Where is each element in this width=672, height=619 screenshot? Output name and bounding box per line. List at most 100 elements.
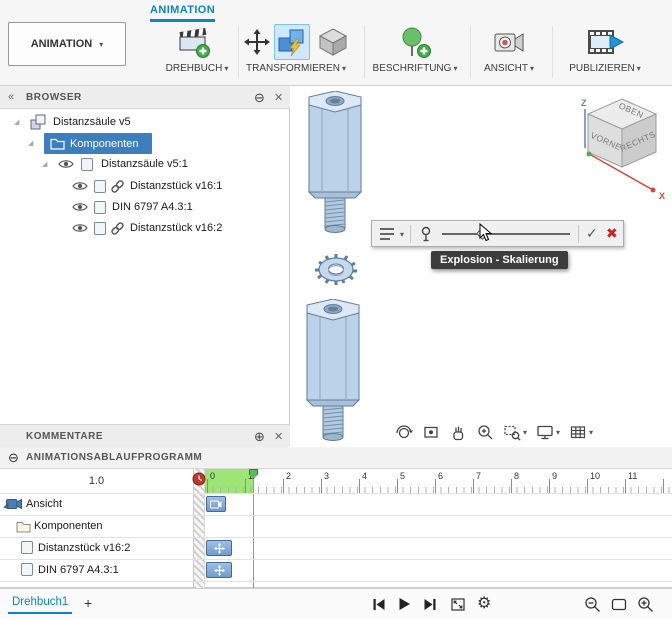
skip-to-end-icon[interactable]	[423, 598, 437, 611]
settings-gear-icon[interactable]: ⚙	[477, 593, 491, 613]
tree-row-root[interactable]: ◢ Distanzsäule v5	[0, 112, 290, 133]
tree-row-component[interactable]: Distanzstück v16:2	[0, 218, 290, 239]
explode-scale-slider-track[interactable]	[442, 233, 570, 235]
timeline-row-label[interactable]: Komponenten	[34, 520, 103, 532]
zoom-fit-icon[interactable]	[611, 598, 627, 611]
standoff-model-top[interactable]	[303, 91, 367, 237]
beschriftung-menu[interactable]: BESCHRIFTUNG▾	[362, 63, 468, 74]
chevron-down-icon: ▾	[342, 64, 346, 73]
storyboard-tab[interactable]: Drehbuch1	[8, 594, 72, 614]
chevron-down-icon: ▾	[637, 64, 641, 73]
look-at-icon[interactable]	[422, 423, 440, 441]
tree-item-label[interactable]: Distanzsäule v5	[53, 116, 131, 128]
tree-item-label[interactable]: Distanzstück v16:2	[130, 222, 222, 234]
viewport-navbar: ▾ ▾ ▾	[395, 423, 593, 441]
tree-item-label[interactable]: Komponenten	[70, 138, 139, 150]
zoom-events-icon[interactable]	[450, 597, 466, 612]
visibility-eye-icon[interactable]	[58, 157, 74, 171]
expand-arrow-icon[interactable]: ◢	[3, 501, 8, 509]
publizieren-menu[interactable]: PUBLIZIEREN▾	[556, 63, 654, 74]
tree-item-label[interactable]: DIN 6797 A4.3:1	[112, 201, 193, 213]
play-icon[interactable]	[398, 597, 411, 611]
close-panel-icon[interactable]: ✕	[274, 91, 283, 104]
component-icon	[93, 179, 107, 194]
toolbar-separator	[552, 26, 553, 78]
timeline-row-label[interactable]: Distanzstück v16:2	[38, 542, 130, 554]
close-comments-icon[interactable]: ✕	[274, 430, 283, 443]
expand-arrow-icon[interactable]: ◢	[42, 160, 47, 168]
linked-component-icon	[110, 179, 125, 194]
minimize-panel-icon[interactable]: ⊖	[254, 90, 265, 106]
orbit-icon[interactable]	[395, 423, 413, 441]
skip-to-start-icon[interactable]	[372, 598, 386, 611]
visibility-eye-icon[interactable]	[72, 179, 88, 193]
view-action-chip[interactable]	[206, 496, 226, 512]
chevron-down-icon[interactable]: ▾	[400, 230, 404, 239]
tree-row-component[interactable]: DIN 6797 A4.3:1	[0, 197, 290, 218]
collapse-panel-icon[interactable]: «	[8, 91, 14, 103]
view-camera-icon[interactable]	[493, 27, 525, 57]
standoff-model-bottom[interactable]	[301, 299, 365, 445]
transform-action-chip[interactable]	[206, 562, 232, 578]
tree-item-label[interactable]: Distanzsäule v5:1	[101, 158, 188, 170]
chevron-down-icon[interactable]: ▾	[523, 428, 527, 437]
display-settings-icon[interactable]: ▾	[536, 423, 560, 441]
expand-comments-icon[interactable]: ⊕	[254, 429, 265, 445]
timeline-playhead-line[interactable]	[253, 469, 254, 588]
expand-arrow-icon[interactable]: ◢	[14, 118, 19, 126]
storyboard-actions-icon[interactable]	[379, 226, 395, 242]
trigger-icon[interactable]	[418, 226, 434, 242]
ruler-number: 0	[210, 471, 215, 481]
zoom-out-icon[interactable]	[584, 596, 601, 613]
transform-action-chip[interactable]	[206, 540, 232, 556]
fusion-animation-window: ANIMATION ANIMATION ▾ DREHBUCH▾	[0, 0, 672, 619]
timeline-scale-value[interactable]: 1.0	[0, 475, 193, 487]
ruler-tick	[473, 479, 474, 493]
expand-arrow-icon[interactable]: ◢	[28, 139, 33, 147]
chevron-down-icon[interactable]: ▾	[556, 428, 560, 437]
manual-explode-icon[interactable]	[318, 27, 348, 57]
folder-icon	[16, 520, 31, 533]
component-icon	[20, 562, 34, 577]
assembly-icon	[30, 114, 47, 131]
tab-animation[interactable]: ANIMATION	[150, 4, 215, 22]
window-zoom-icon[interactable]: ▾	[503, 423, 527, 441]
collapse-timeline-icon[interactable]: ⊖	[8, 450, 19, 466]
publish-video-icon[interactable]	[586, 27, 624, 57]
auto-explode-icon[interactable]	[277, 27, 307, 57]
view-cube[interactable]: OBEN VORNE RECHTS Z X	[575, 93, 669, 205]
ruler-tick	[435, 479, 436, 493]
transformieren-menu[interactable]: TRANSFORMIEREN▾	[232, 63, 360, 74]
move-components-icon[interactable]	[244, 29, 270, 55]
top-toolbar: ANIMATION ANIMATION ▾ DREHBUCH▾	[0, 0, 672, 86]
ruler-number: 6	[438, 471, 443, 481]
tree-row-component[interactable]: Distanzstück v16:1	[0, 176, 290, 197]
chevron-down-icon[interactable]: ▾	[589, 428, 593, 437]
visibility-eye-icon[interactable]	[72, 200, 88, 214]
zoom-in-icon[interactable]	[637, 596, 654, 613]
new-callout-icon[interactable]	[398, 26, 432, 60]
lock-washer-model[interactable]	[313, 251, 359, 287]
selected-tree-item[interactable]: Komponenten	[44, 133, 152, 154]
visibility-eye-icon[interactable]	[72, 221, 88, 235]
viewport-3d[interactable]: OBEN VORNE RECHTS Z X ▾	[291, 86, 672, 447]
add-storyboard-button[interactable]: +	[84, 595, 92, 611]
cancel-button[interactable]: ✖	[606, 225, 618, 242]
tree-row-komponenten[interactable]: ◢ Komponenten	[0, 133, 290, 154]
drehbuch-menu[interactable]: DREHBUCH▾	[158, 63, 236, 74]
workspace-selector[interactable]: ANIMATION ▾	[8, 22, 126, 66]
timeline-row-label[interactable]: DIN 6797 A4.3:1	[38, 564, 119, 576]
timeline-row-label[interactable]: Ansicht	[26, 498, 62, 510]
tree-row-component[interactable]: ◢ Distanzsäule v5:1	[0, 154, 290, 175]
ok-button[interactable]: ✓	[586, 225, 598, 242]
zoom-icon[interactable]	[476, 423, 494, 441]
grid-settings-icon[interactable]: ▾	[569, 423, 593, 441]
pan-icon[interactable]	[449, 423, 467, 441]
component-icon	[80, 157, 94, 172]
current-time-marker-icon[interactable]	[192, 472, 206, 486]
new-storyboard-icon[interactable]	[176, 25, 212, 59]
tree-item-label[interactable]: Distanzstück v16:1	[130, 180, 222, 192]
ansicht-menu[interactable]: ANSICHT▾	[470, 63, 548, 74]
ruler-tick	[245, 479, 246, 493]
ruler-tick	[587, 479, 588, 493]
